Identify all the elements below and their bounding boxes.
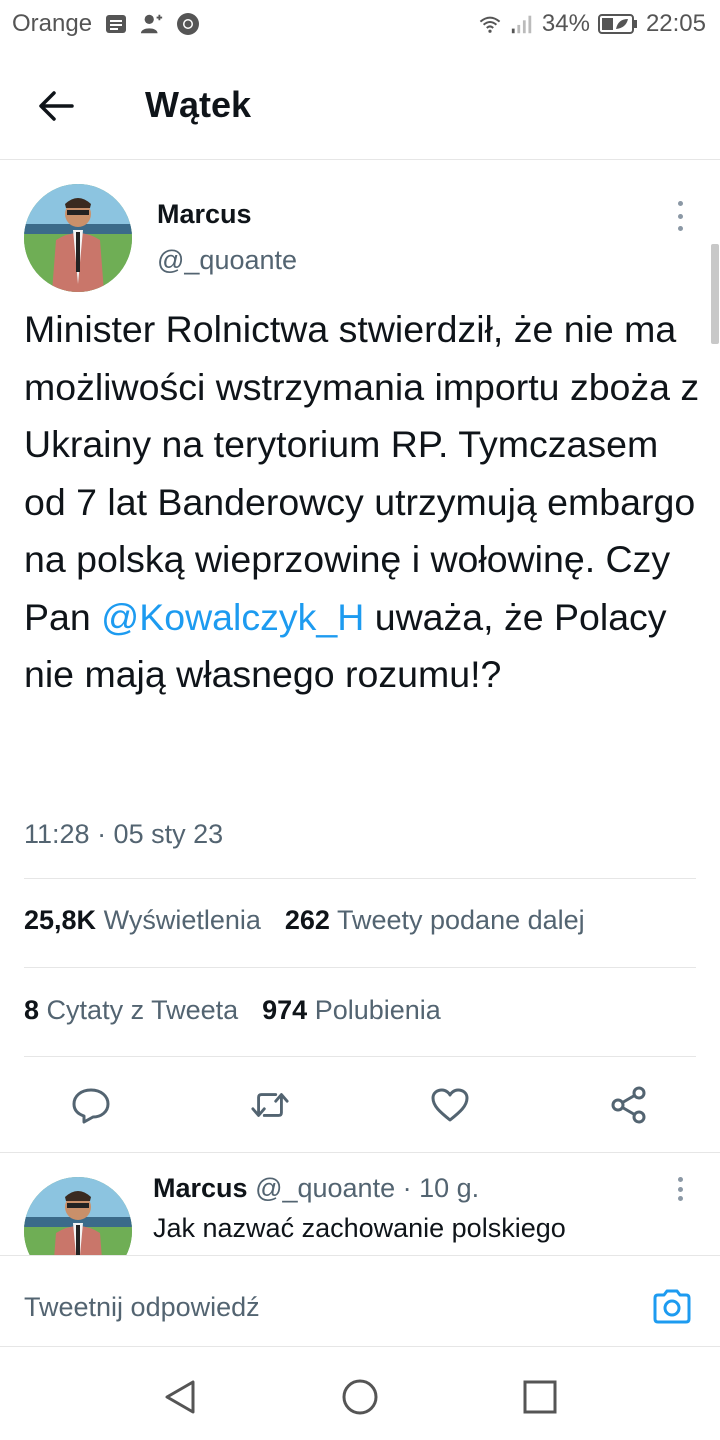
back-button[interactable] <box>30 80 82 132</box>
battery-icon <box>597 12 638 36</box>
stats-row-2: 8 Cytaty z Tweeta 974 Polubienia <box>24 995 441 1026</box>
reply-author-name[interactable]: Marcus <box>153 1173 248 1203</box>
quotes-label: Cytaty z Tweeta <box>46 995 239 1025</box>
more-options-icon[interactable] <box>670 1177 690 1201</box>
camera-button[interactable] <box>651 1286 693 1328</box>
likes-stat[interactable]: 974 Polubienia <box>262 995 441 1026</box>
retweets-label: Tweety podane dalej <box>336 905 585 935</box>
views-stat[interactable]: 25,8K Wyświetlenia <box>24 905 261 936</box>
retweets-count: 262 <box>284 905 330 935</box>
nav-recents-button[interactable] <box>520 1377 560 1417</box>
more-options-icon[interactable] <box>670 201 690 231</box>
action-bar <box>0 1057 720 1153</box>
views-count: 25,8K <box>24 905 97 935</box>
status-bar: Orange 34% 22:05 <box>0 0 720 50</box>
reply-header: Marcus @_quoante · 10 g. <box>153 1173 479 1204</box>
reply-icon <box>72 1088 110 1124</box>
nav-home-button[interactable] <box>340 1377 380 1417</box>
heart-icon <box>431 1088 469 1122</box>
triangle-back-icon <box>165 1380 195 1414</box>
system-nav-bar <box>0 1347 720 1440</box>
app-header: Wątek <box>0 50 720 160</box>
likes-count: 974 <box>262 995 308 1025</box>
stats-row-1: 25,8K Wyświetlenia 262 Tweety podane dal… <box>24 905 585 936</box>
author-name[interactable]: Marcus <box>157 199 252 230</box>
reply-button[interactable] <box>71 1085 111 1125</box>
reply-composer[interactable]: Tweetnij odpowiedź <box>0 1255 720 1347</box>
quotes-stat[interactable]: 8 Cytaty z Tweeta <box>24 995 238 1026</box>
reply-time: · 10 g. <box>402 1173 480 1203</box>
page-title: Wątek <box>145 84 252 125</box>
battery-percent: 34% <box>541 10 590 37</box>
mention-link[interactable]: @Kowalczyk_H <box>101 596 364 638</box>
quotes-count: 8 <box>24 995 40 1025</box>
retweet-button[interactable] <box>250 1085 290 1125</box>
carrier-label: Orange <box>12 10 93 37</box>
clock: 22:05 <box>645 10 706 37</box>
signal-icon <box>510 12 534 36</box>
chrome-icon <box>176 12 200 36</box>
status-bar-right: 34% 22:05 <box>478 10 706 38</box>
scrollbar[interactable] <box>711 244 719 344</box>
views-label: Wyświetlenia <box>103 905 261 935</box>
like-button[interactable] <box>430 1085 470 1125</box>
tweet-text-part: Minister Rolnictwa stwierdził, że nie ma… <box>24 308 700 638</box>
arrow-left-icon <box>39 91 74 121</box>
circle-home-icon <box>342 1379 378 1415</box>
retweet-icon <box>251 1093 289 1117</box>
likes-label: Polubienia <box>314 995 441 1025</box>
retweets-stat[interactable]: 262 Tweety podane dalej <box>285 905 585 936</box>
share-icon <box>611 1086 646 1124</box>
nav-back-button[interactable] <box>160 1377 200 1417</box>
tweet-timestamp[interactable]: 11:28 · 05 sty 23 <box>24 819 223 850</box>
reply-input[interactable]: Tweetnij odpowiedź <box>24 1292 260 1323</box>
status-bar-left: Orange <box>12 10 200 38</box>
reply-author-handle[interactable]: @_quoante <box>255 1173 395 1203</box>
author-handle[interactable]: @_quoante <box>157 245 297 276</box>
add-contact-icon <box>140 12 164 36</box>
share-button[interactable] <box>609 1085 649 1125</box>
avatar[interactable] <box>24 184 132 292</box>
square-recents-icon <box>523 1380 557 1414</box>
divider <box>24 878 696 879</box>
notes-icon <box>104 12 128 36</box>
divider <box>24 967 696 968</box>
tweet-text: Minister Rolnictwa stwierdził, że nie ma… <box>24 301 709 704</box>
reply-text: Jak nazwać zachowanie polskiego <box>153 1213 566 1243</box>
camera-icon <box>653 1289 691 1324</box>
wifi-icon <box>478 12 502 36</box>
